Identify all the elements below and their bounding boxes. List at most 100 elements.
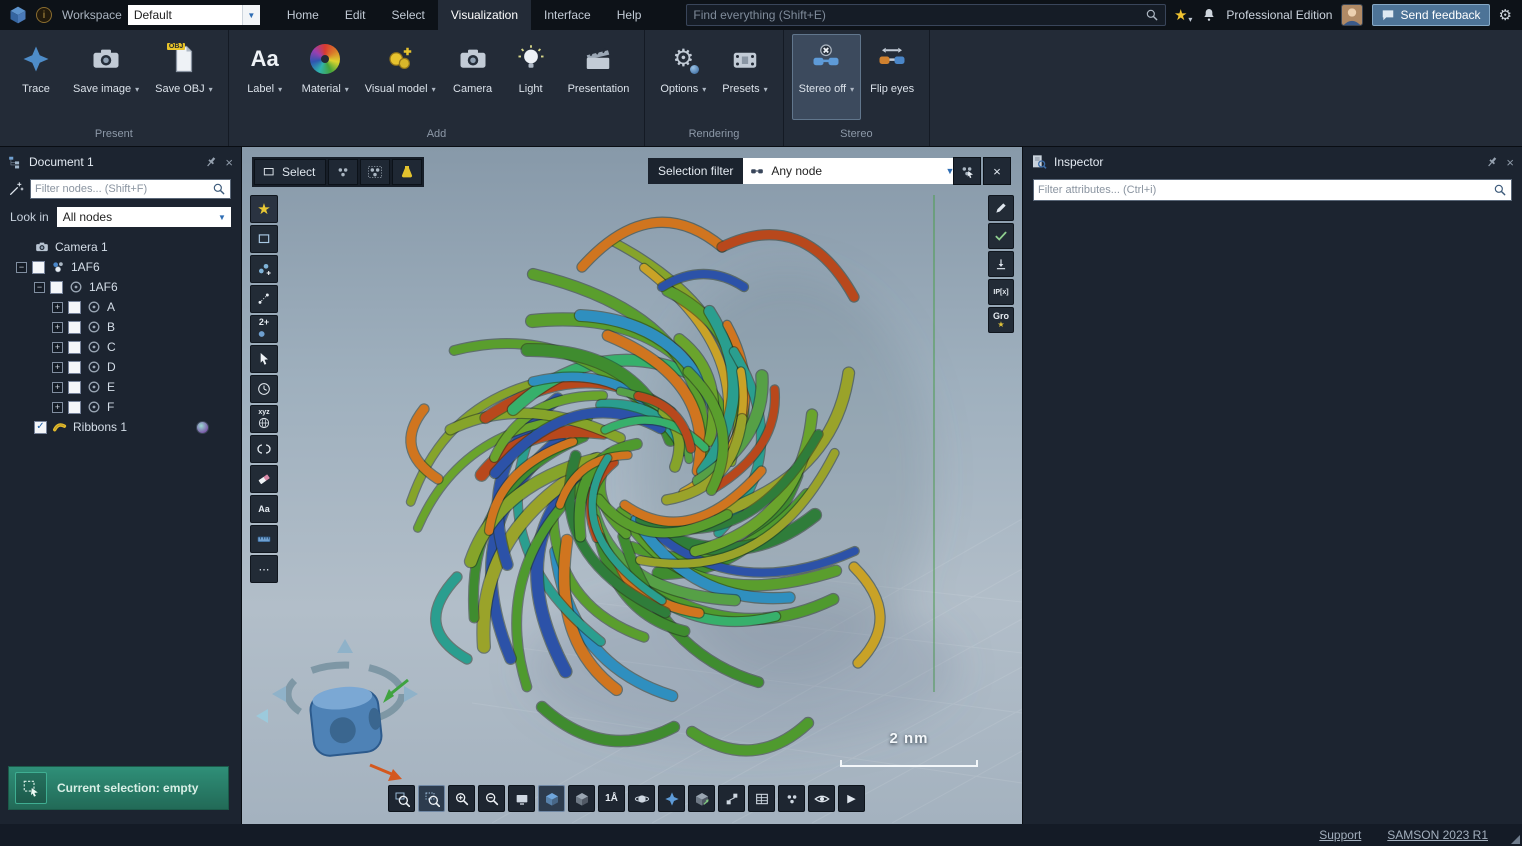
tree-checkbox[interactable] — [68, 381, 81, 394]
tree-expander[interactable]: + — [52, 382, 63, 393]
navigation-gizmo[interactable] — [256, 639, 418, 781]
tree-expander[interactable]: + — [52, 322, 63, 333]
material-button[interactable]: Material▾ — [295, 34, 356, 120]
version-link[interactable]: SAMSON 2023 R1 — [1387, 828, 1488, 842]
filter-nodes-field[interactable] — [30, 179, 231, 199]
text-label-tool-button[interactable]: Aa — [250, 495, 278, 523]
search-icon[interactable] — [1493, 183, 1507, 197]
camera-button[interactable]: Camera — [445, 34, 501, 120]
select-group-button[interactable] — [328, 159, 358, 185]
render-options-button[interactable]: ⚙ Options▾ — [653, 34, 713, 120]
tree-checkbox[interactable] — [68, 301, 81, 314]
global-search[interactable] — [686, 4, 1166, 26]
look-in-dropdown[interactable]: All nodes ▼ — [57, 207, 231, 227]
search-icon[interactable] — [1145, 8, 1159, 22]
tree-checkbox-checked[interactable]: ✓ — [34, 421, 47, 434]
zoom-in-button[interactable] — [448, 785, 475, 812]
world-time-tool-button[interactable]: xyz — [250, 405, 278, 433]
tree-checkbox[interactable] — [68, 401, 81, 414]
visual-model-button[interactable]: Visual model▾ — [358, 34, 443, 120]
gromacs-button[interactable]: Gro★ — [988, 307, 1014, 333]
tree-item-chain-b[interactable]: + B — [8, 317, 241, 337]
tree-item-model[interactable]: − 1AF6 — [8, 277, 241, 297]
tree-checkbox[interactable] — [68, 341, 81, 354]
pin-icon[interactable] — [1485, 155, 1499, 169]
tree-item-camera[interactable]: Camera 1 — [8, 237, 241, 257]
close-icon[interactable]: × — [225, 156, 233, 169]
tree-expander[interactable]: + — [52, 342, 63, 353]
tree-checkbox[interactable] — [68, 361, 81, 374]
tree-item-structure[interactable]: − 1AF6 — [8, 257, 241, 277]
ruler-tool-button[interactable] — [250, 525, 278, 553]
measure-tool-button[interactable] — [250, 285, 278, 313]
menu-select[interactable]: Select — [379, 0, 438, 30]
label-button[interactable]: Aa Label▾ — [237, 34, 293, 120]
notification-badge-icon[interactable]: i — [36, 7, 52, 23]
notifications-bell-icon[interactable] — [1201, 7, 1217, 23]
search-input[interactable] — [693, 8, 1139, 22]
send-feedback-button[interactable]: Send feedback — [1372, 4, 1489, 26]
tree-expander[interactable]: + — [52, 402, 63, 413]
orbit-button[interactable] — [628, 785, 655, 812]
tree-checkbox[interactable] — [50, 281, 63, 294]
visibility-button[interactable] — [808, 785, 835, 812]
tree-expander[interactable]: − — [34, 282, 45, 293]
export-view-button[interactable] — [688, 785, 715, 812]
tree-item-chain-f[interactable]: + F — [8, 397, 241, 417]
ip-explorer-button[interactable]: IP[x] — [988, 279, 1014, 305]
wand-icon[interactable] — [8, 181, 24, 197]
rect-select-tool-button[interactable] — [250, 225, 278, 253]
presentation-button[interactable]: Presentation — [561, 34, 637, 120]
settings-gear-icon[interactable]: ⚙ — [1499, 6, 1512, 24]
node-link-button[interactable] — [718, 785, 745, 812]
chevron-down-icon[interactable]: ▼ — [242, 5, 260, 25]
selection-flask-button[interactable] — [392, 159, 422, 185]
menu-help[interactable]: Help — [604, 0, 655, 30]
perspective-view-button[interactable] — [538, 785, 565, 812]
tree-expander[interactable]: − — [16, 262, 27, 273]
tree-item-chain-c[interactable]: + C — [8, 337, 241, 357]
charge-tool-button[interactable]: 2+ — [250, 315, 278, 343]
clear-filter-button[interactable]: × — [983, 157, 1011, 185]
resize-grip[interactable] — [1511, 835, 1520, 844]
favorites-star-icon[interactable]: ★▾ — [1174, 6, 1192, 24]
download-button[interactable] — [988, 251, 1014, 277]
save-obj-button[interactable]: OBJ Save OBJ▾ — [148, 34, 220, 120]
flip-eyes-button[interactable]: Flip eyes — [863, 34, 921, 120]
zoom-selection-button[interactable] — [418, 785, 445, 812]
support-link[interactable]: Support — [1319, 828, 1361, 842]
render-presets-button[interactable]: Presets▾ — [715, 34, 774, 120]
simulation-button[interactable] — [778, 785, 805, 812]
add-atoms-tool-button[interactable] — [250, 255, 278, 283]
visual-model-indicator-icon[interactable] — [196, 421, 209, 434]
fullscreen-button[interactable] — [508, 785, 535, 812]
menu-visualization[interactable]: Visualization — [438, 0, 531, 30]
tree-item-chain-d[interactable]: + D — [8, 357, 241, 377]
avatar[interactable] — [1341, 4, 1363, 26]
save-image-button[interactable]: Save image▾ — [66, 34, 146, 120]
center-structure-button[interactable] — [658, 785, 685, 812]
selection-filter-dropdown[interactable]: Any node ▼ — [743, 158, 961, 184]
more-tools-button[interactable]: ⋯ — [250, 555, 278, 583]
viewport-3d-canvas[interactable] — [242, 147, 1022, 824]
close-icon[interactable]: × — [1506, 156, 1514, 169]
filter-nodes-input[interactable] — [35, 183, 208, 195]
stereo-off-button[interactable]: Stereo off▾ — [792, 34, 862, 120]
select-tool-button[interactable]: Select — [254, 159, 326, 185]
validate-button[interactable] — [988, 223, 1014, 249]
search-icon[interactable] — [212, 182, 226, 196]
zoom-region-button[interactable] — [388, 785, 415, 812]
workspace-select[interactable]: Default ▼ — [128, 5, 260, 25]
menu-interface[interactable]: Interface — [531, 0, 604, 30]
tree-item-ribbons[interactable]: ✓ Ribbons 1 — [8, 417, 241, 437]
pin-icon[interactable] — [204, 155, 218, 169]
break-bond-tool-button[interactable] — [250, 435, 278, 463]
viewport[interactable]: Select Selection filter Any node ▼ × ★ — [242, 147, 1022, 824]
history-tool-button[interactable] — [250, 375, 278, 403]
tree-checkbox[interactable] — [32, 261, 45, 274]
light-button[interactable]: Light — [503, 34, 559, 120]
zoom-out-button[interactable] — [478, 785, 505, 812]
favorite-tool-button[interactable]: ★ — [250, 195, 278, 223]
app-logo-icon[interactable] — [6, 3, 30, 27]
trace-button[interactable]: Trace — [8, 34, 64, 120]
